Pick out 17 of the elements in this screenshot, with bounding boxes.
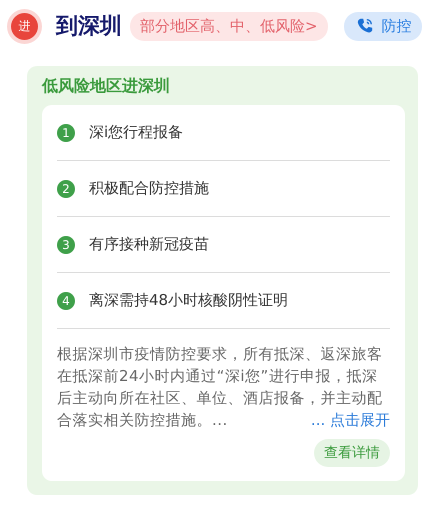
expand-link[interactable]: ... 点击展开 (310, 409, 390, 431)
page-title: 到深圳 (56, 13, 122, 41)
location-badge: 进 (11, 12, 38, 40)
step-text: 积极配合防控措施 (89, 179, 209, 198)
step-number: 1 (57, 124, 75, 142)
step-number: 3 (57, 236, 75, 254)
step-number: 2 (57, 180, 75, 198)
step-text: 深i您行程报备 (89, 123, 184, 142)
phone-icon (356, 17, 374, 35)
panel-title: 低风险地区进深圳 (42, 76, 171, 97)
description-text: 根据深圳市疫情防控要求，所有抵深、返深旅客在抵深前24小时内通过“深i您”进行申报，抵深后主动向所在社区、单位、酒店报备，并主动配合落实相关防控措施。... ... 点击展开 (57, 344, 390, 431)
step-text: 有序接种新冠疫苗 (89, 235, 209, 254)
step-text: 离深需持48小时核酸阴性证明 (89, 291, 288, 310)
step-number: 4 (57, 292, 75, 310)
prevention-button[interactable]: 防控 (344, 12, 422, 40)
risk-area-link[interactable]: 部分地区高、中、低风险> (130, 12, 328, 40)
details-button[interactable]: 查看详情 (314, 439, 390, 467)
